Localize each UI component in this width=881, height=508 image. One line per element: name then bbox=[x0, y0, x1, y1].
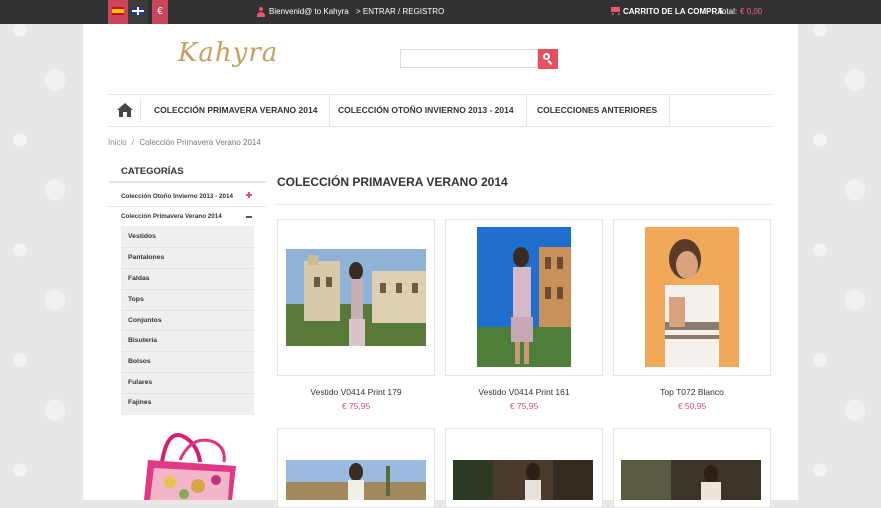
product-image[interactable] bbox=[477, 227, 571, 367]
subcategory-divider bbox=[121, 372, 254, 373]
expand-plus-icon[interactable] bbox=[246, 192, 252, 198]
subcategory-fajines[interactable]: Fajines bbox=[128, 399, 151, 406]
subcategory-divider bbox=[121, 330, 254, 331]
subcategory-divider bbox=[121, 247, 254, 248]
subcategory-divider bbox=[121, 310, 254, 311]
subcategory-vestidos[interactable]: Vestidos bbox=[128, 233, 156, 240]
subcategory-divider bbox=[121, 268, 254, 269]
page-title: COLECCIÓN PRIMAVERA VERANO 2014 bbox=[277, 175, 508, 189]
welcome-text: Bienvenid@ to Kahyra bbox=[269, 7, 349, 16]
uk-flag-icon bbox=[132, 7, 144, 15]
product-name[interactable]: Vestido V0414 Print 161 bbox=[445, 387, 603, 397]
login-register-link[interactable]: > ENTRAR / REGISTRO bbox=[356, 0, 444, 24]
breadcrumb: Inicio / Colección Primavera Verano 2014 bbox=[108, 138, 261, 147]
category-primavera-verano[interactable]: Colección Primavera Verano 2014 bbox=[121, 213, 222, 220]
language-es-flag-button[interactable] bbox=[108, 0, 128, 24]
cart-total-label: Total: bbox=[718, 7, 738, 16]
breadcrumb-current: Colección Primavera Verano 2014 bbox=[139, 138, 261, 147]
product-name[interactable]: Top T072 Blanco bbox=[613, 387, 771, 397]
product-name[interactable]: Vestido V0414 Print 179 bbox=[277, 387, 435, 397]
subcategory-tops[interactable]: Tops bbox=[128, 296, 144, 303]
home-icon bbox=[117, 103, 133, 117]
subcategory-divider bbox=[121, 289, 254, 290]
breadcrumb-home-link[interactable]: Inicio bbox=[108, 138, 127, 147]
user-icon bbox=[256, 7, 266, 17]
product-price: € 75,95 bbox=[509, 401, 539, 411]
subcategory-fulares[interactable]: Fulares bbox=[128, 379, 152, 386]
language-en-flag-button[interactable] bbox=[128, 0, 148, 24]
product-image[interactable] bbox=[621, 460, 761, 500]
category-divider bbox=[109, 206, 266, 207]
category-otono-invierno[interactable]: Colección Otoño Invierno 2013 - 2014 bbox=[121, 193, 233, 200]
cart-separator: - bbox=[708, 7, 711, 16]
subcategory-divider bbox=[121, 351, 254, 352]
product-image[interactable] bbox=[453, 460, 593, 500]
categories-heading: CATEGORÍAS bbox=[109, 161, 266, 183]
product-price: € 50,95 bbox=[677, 401, 707, 411]
promo-bag-image[interactable] bbox=[140, 432, 240, 500]
product-image[interactable] bbox=[645, 227, 739, 367]
breadcrumb-separator: / bbox=[131, 138, 135, 147]
product-image[interactable] bbox=[286, 249, 426, 346]
subcategory-conjuntos[interactable]: Conjuntos bbox=[128, 317, 162, 324]
nav-item-primavera-verano-2014[interactable]: COLECCIÓN PRIMAVERA VERANO 2014 bbox=[142, 95, 331, 126]
search-button[interactable] bbox=[538, 49, 558, 69]
cart-icon bbox=[611, 7, 622, 16]
collapse-minus-icon[interactable] bbox=[246, 216, 252, 218]
title-divider bbox=[277, 204, 771, 205]
subcategory-bolsos[interactable]: Bolsos bbox=[128, 358, 151, 365]
subcategory-pantalones[interactable]: Pantalones bbox=[128, 254, 164, 261]
nav-item-otono-invierno-2013-2014[interactable]: COLECCIÓN OTOÑO INVIERNO 2013 - 2014 bbox=[326, 95, 527, 126]
search-input[interactable] bbox=[400, 49, 538, 68]
nav-item-colecciones-anteriores[interactable]: COLECCIONES ANTERIORES bbox=[525, 95, 671, 126]
site-logo[interactable]: Kahyra bbox=[178, 38, 278, 68]
product-image[interactable] bbox=[286, 460, 426, 500]
subcategory-faldas[interactable]: Faldas bbox=[128, 275, 150, 282]
home-button[interactable] bbox=[110, 98, 141, 123]
cart-total-value: € 0,00 bbox=[740, 7, 763, 16]
currency-euro-button[interactable]: € bbox=[152, 0, 168, 24]
subcategory-divider bbox=[121, 393, 254, 394]
spain-flag-icon bbox=[112, 7, 124, 15]
product-price: € 75,95 bbox=[341, 401, 371, 411]
subcategory-bisuteria[interactable]: Bisutería bbox=[128, 337, 157, 344]
